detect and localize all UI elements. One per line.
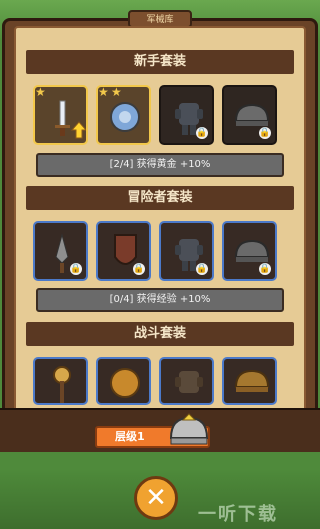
section-title: 战斗套装 bbox=[26, 322, 294, 346]
set-bonus-bar: [0/4] 获得经验 +10% bbox=[36, 288, 284, 312]
lock-icon: 🔒 bbox=[259, 127, 271, 139]
section-title: 冒险者套装 bbox=[26, 186, 294, 210]
set-bonus-bar: [2/4] 获得黄金 +10% bbox=[36, 153, 284, 177]
star-rating: ★ ★ bbox=[98, 85, 123, 99]
star-icon: ★ bbox=[111, 85, 122, 99]
gear-slot-helmet[interactable] bbox=[222, 357, 277, 405]
lock-icon: 🔒 bbox=[133, 263, 145, 275]
gear-slot-mace[interactable] bbox=[33, 357, 88, 405]
star-icon: ★ bbox=[98, 85, 109, 99]
gear-slot-round-shield[interactable] bbox=[96, 357, 151, 405]
close-icon: ✕ bbox=[145, 483, 167, 513]
gear-slot-armor[interactable]: 🔒 bbox=[159, 85, 214, 145]
gear-slot-helmet[interactable]: 🔒 bbox=[222, 85, 277, 145]
lock-icon: 🔒 bbox=[196, 127, 208, 139]
gear-slot-spear[interactable]: 🔒 bbox=[33, 221, 88, 281]
lock-icon: 🔒 bbox=[70, 263, 82, 275]
gear-slot-armor[interactable]: 🔒 bbox=[159, 221, 214, 281]
round-shield-icon bbox=[110, 368, 140, 398]
close-button[interactable]: ✕ bbox=[134, 476, 178, 520]
gear-slot-sword[interactable]: ★ bbox=[33, 85, 88, 145]
armor-icon bbox=[175, 371, 203, 393]
gear-slot-helmet[interactable]: 🔒 bbox=[222, 221, 277, 281]
gear-slot-kite-shield[interactable]: 🔒 bbox=[96, 221, 151, 281]
gear-slot-armor[interactable] bbox=[159, 357, 214, 405]
watermark: 一听下载 bbox=[198, 504, 278, 525]
star-rating: ★ bbox=[35, 85, 47, 99]
star-icon: ★ bbox=[35, 85, 46, 99]
helmet-icon bbox=[169, 413, 209, 445]
helmet-icon bbox=[234, 369, 270, 392]
lock-icon: 🔒 bbox=[196, 263, 208, 275]
section-title: 新手套装 bbox=[26, 50, 294, 74]
upgrade-arrow-icon bbox=[71, 121, 86, 139]
mace-icon bbox=[53, 366, 71, 403]
gear-slot-shield[interactable]: ★ ★ bbox=[96, 85, 151, 145]
lock-icon: 🔒 bbox=[259, 263, 271, 275]
